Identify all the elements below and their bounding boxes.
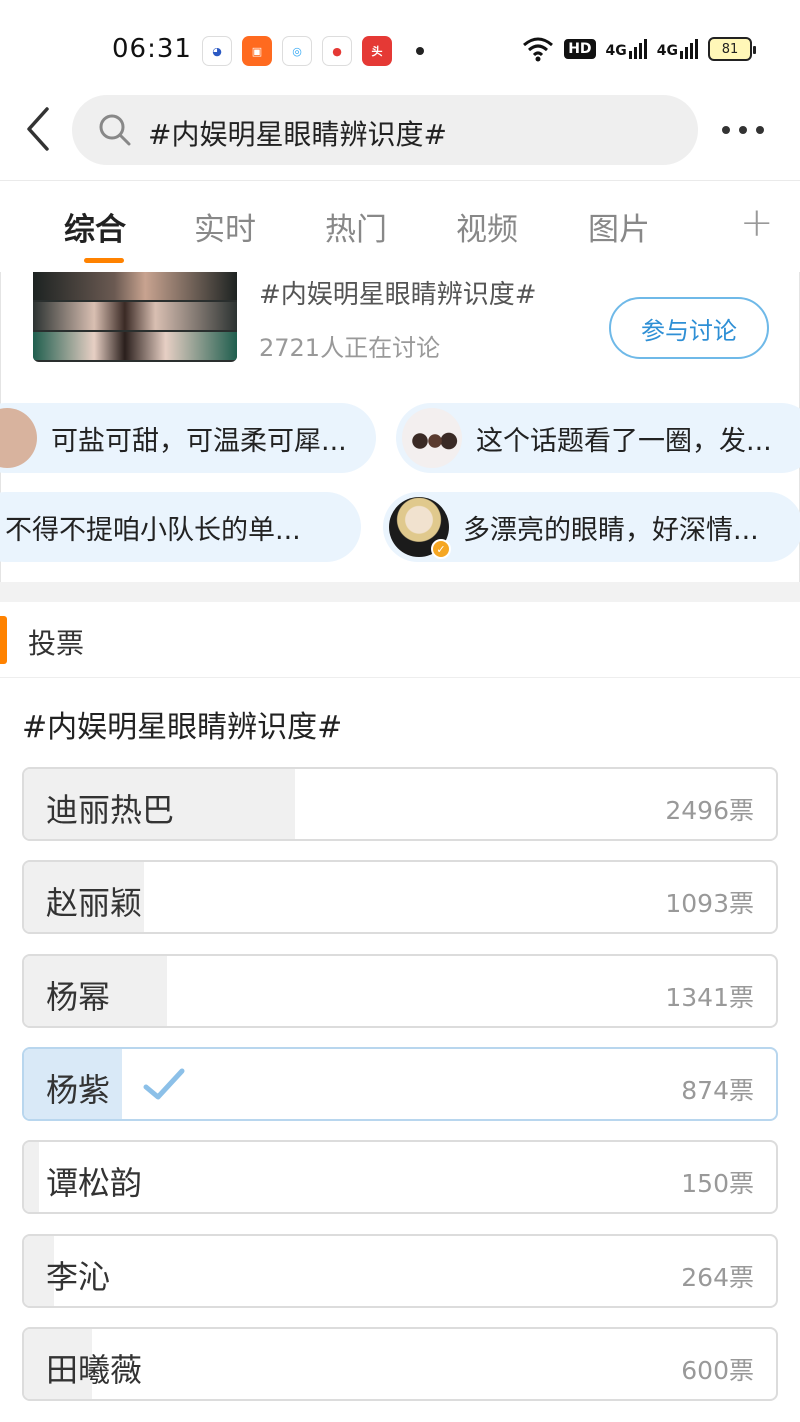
avatar: [0, 408, 37, 468]
search-input[interactable]: #内娱明星眼睛辨识度#: [72, 95, 698, 165]
check-icon: [143, 1068, 185, 1100]
join-discussion-button[interactable]: 参与讨论: [609, 297, 769, 359]
verified-badge-icon: ✓: [431, 539, 451, 559]
vote-option[interactable]: 赵丽颖 1093票: [22, 860, 778, 934]
comment-pill-text: 多漂亮的眼睛，好深情...: [463, 514, 759, 546]
vote-option-fill: [24, 1142, 40, 1212]
section-accent: [0, 616, 7, 664]
status-time: 06:31: [112, 34, 192, 64]
vote-option-count: 1093票: [665, 889, 754, 918]
tab-images[interactable]: 图片: [588, 204, 650, 249]
tab-comprehensive[interactable]: 综合: [64, 204, 126, 249]
vote-option[interactable]: 杨幂 1341票: [22, 954, 778, 1028]
vote-section-label: 投票: [28, 627, 85, 660]
topic-thumbnail[interactable]: [33, 272, 237, 362]
toutiao-app-icon: 头: [362, 36, 392, 66]
vote-option-count: 1341票: [665, 983, 754, 1012]
topic-discussion-count: 2721人正在讨论: [259, 334, 441, 362]
more-notifications-icon: [416, 47, 424, 55]
vote-option-count: 600票: [681, 1356, 754, 1385]
topic-title[interactable]: #内娱明星眼睛辨识度#: [259, 274, 537, 311]
vote-option[interactable]: 迪丽热巴 2496票: [22, 767, 778, 841]
vote-option-count: 874票: [681, 1076, 754, 1105]
more-button[interactable]: [722, 120, 774, 140]
comment-pill-text: 这个话题看了一圈，发...: [476, 425, 772, 457]
tab-realtime[interactable]: 实时: [194, 204, 256, 249]
vote-option-count: 264票: [681, 1263, 754, 1292]
tab-hot[interactable]: 热门: [325, 204, 387, 249]
comment-pill-text: 可盐可甜，可温柔可犀...: [51, 425, 347, 457]
chevron-left-icon: [27, 107, 49, 151]
vote-option[interactable]: 李沁 264票: [22, 1234, 778, 1308]
tab-bar: 综合 实时 热门 视频 图片 +: [0, 190, 800, 272]
signal-1-icon: 4G: [606, 39, 647, 59]
comment-pill[interactable]: 可盐可甜，可温柔可犀...: [0, 403, 376, 473]
signal-2-label: 4G: [656, 43, 678, 59]
topic-card: #内娱明星眼睛辨识度# 2721人正在讨论 参与讨论 可盐可甜，可温柔可犀...…: [0, 272, 800, 582]
signal-1-label: 4G: [605, 43, 627, 59]
avatar: [402, 408, 462, 468]
divider: [0, 180, 800, 181]
section-gap: [0, 582, 800, 602]
comment-pill[interactable]: 不得不提咱小队长的单...: [0, 492, 361, 562]
system-icons: HD 4G 4G 81: [522, 36, 756, 62]
plus-icon[interactable]: +: [740, 200, 774, 246]
vote-option-name: 赵丽颖: [46, 884, 143, 922]
comment-pill-text: 不得不提咱小队长的单...: [5, 514, 301, 546]
active-tab-indicator: [84, 258, 124, 263]
search-icon: [99, 114, 131, 146]
search-query: #内娱明星眼睛辨识度#: [148, 118, 447, 151]
tab-video[interactable]: 视频: [456, 204, 518, 249]
avatar: ✓: [389, 497, 451, 559]
vote-option-name: 杨幂: [46, 978, 111, 1016]
video-app-icon: ●: [322, 36, 352, 66]
kuaishou-app-icon: ▣: [242, 36, 272, 66]
status-bar: 06:31 ◕ ▣ ◎ ● 头 HD 4G 4G 81: [0, 0, 800, 100]
browser-app-icon: ◎: [282, 36, 312, 66]
vote-option[interactable]: 杨紫 874票: [22, 1047, 778, 1121]
more-horizontal-icon: [722, 126, 730, 134]
comment-pill[interactable]: ✓ 多漂亮的眼睛，好深情...: [383, 492, 800, 562]
notification-icons: ◕ ▣ ◎ ● 头: [202, 36, 424, 66]
vote-title: #内娱明星眼睛辨识度#: [22, 710, 343, 745]
vote-option[interactable]: 谭松韵 150票: [22, 1140, 778, 1214]
vote-option-count: 150票: [681, 1169, 754, 1198]
wifi-icon: [523, 37, 554, 62]
vote-option-name: 迪丽热巴: [46, 791, 175, 829]
hd-icon: HD: [564, 39, 596, 59]
vote-option-count: 2496票: [665, 796, 754, 825]
signal-2-icon: 4G: [657, 39, 698, 59]
search-header: #内娱明星眼睛辨识度#: [0, 92, 800, 180]
back-button[interactable]: [18, 104, 58, 154]
battery-icon: 81: [708, 37, 756, 61]
vote-option-name: 谭松韵: [46, 1164, 143, 1202]
baidu-app-icon: ◕: [202, 36, 232, 66]
comment-pill[interactable]: 这个话题看了一圈，发...: [396, 403, 800, 473]
vote-option[interactable]: 田曦薇 600票: [22, 1327, 778, 1401]
vote-option-name: 田曦薇: [46, 1351, 143, 1389]
vote-option-name: 李沁: [46, 1258, 111, 1296]
vote-option-name: 杨紫: [46, 1071, 111, 1109]
vote-section-header: 投票: [0, 602, 800, 678]
